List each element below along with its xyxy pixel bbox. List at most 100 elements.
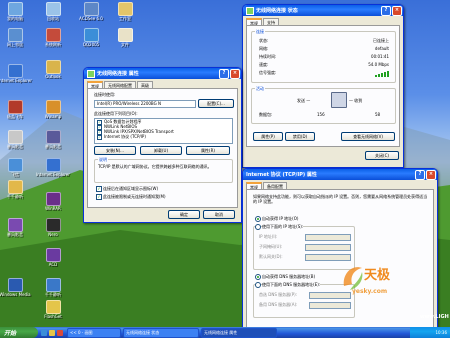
desktop-quick-icon[interactable]	[49, 329, 55, 336]
show-icon-label: 连接后在通知区域显示图标(W)	[103, 186, 159, 191]
app-icon	[45, 28, 61, 42]
auto-ip-radio[interactable]	[255, 216, 261, 222]
app-icon	[45, 60, 61, 74]
app-icon	[45, 130, 61, 144]
desktop-icon[interactable]: 系统刷新	[40, 28, 66, 52]
disable-button[interactable]: 禁用(D)	[285, 132, 315, 141]
item-checkbox[interactable]: ✓	[97, 135, 102, 140]
desktop-icon-label: 极品飞车	[7, 114, 23, 119]
properties-window[interactable]: 无线网络连接 属性 ? × 常规 无线网络配置 高级 连接时使用: Intel(…	[83, 67, 242, 223]
desktop-icon-label: 系统刷新	[45, 42, 61, 47]
ok-button[interactable]: 确定	[168, 210, 200, 219]
network-icon	[87, 69, 95, 78]
manual-dns-radio[interactable]	[255, 282, 261, 288]
desktop-icon[interactable]: Nero	[40, 218, 66, 242]
preferred-dns-label: 首选 DNS 服务器(P):	[259, 292, 298, 297]
desktop-icon[interactable]: 千千静听	[40, 278, 66, 302]
status-row-value: 已连接上	[373, 38, 389, 43]
desktop-icon[interactable]: Windows Media	[0, 278, 31, 302]
status-window[interactable]: 无线网络连接 状态 ? × 常规 支持 连接 状态: 已连接上 网络: default…	[242, 4, 404, 168]
desktop-icon[interactable]: 飞信	[2, 158, 28, 182]
app-icon	[45, 300, 61, 314]
status-row-value: 54.0 Mbps	[368, 62, 389, 67]
desktop-icon[interactable]: 工作室	[112, 2, 138, 26]
desktop-icon[interactable]: WinRAR	[40, 192, 66, 216]
desktop-icon[interactable]: QQ2005	[78, 28, 104, 52]
properties-button[interactable]: 属性(P)	[253, 132, 283, 141]
status-row-label: 速度:	[259, 62, 269, 67]
tcpip-window-titlebar[interactable]: Internet 协议 (TCP/IP) 属性 ? ×	[243, 169, 437, 180]
tcpip-window[interactable]: Internet 协议 (TCP/IP) 属性 ? × 常规 备用配置 如果网络…	[242, 168, 438, 332]
desktop-icon[interactable]: 文件	[112, 28, 138, 52]
app-icon	[7, 130, 23, 144]
desktop-icon-label: 回收站	[47, 16, 59, 21]
desktop-icon[interactable]: Internet Explorer	[0, 64, 32, 88]
help-button[interactable]: ?	[219, 68, 229, 79]
sent-packets-value: 156	[317, 112, 325, 117]
app-icon	[7, 218, 23, 232]
help-button[interactable]: ?	[381, 5, 391, 16]
show-icon-checkbox[interactable]: ✓	[96, 186, 102, 192]
close-button[interactable]: ×	[426, 169, 436, 180]
close-button[interactable]: ×	[230, 68, 240, 79]
help-button[interactable]: ?	[415, 169, 425, 180]
desktop-icon[interactable]: 暴风影音	[2, 130, 28, 154]
status-close-button[interactable]: 关闭(C)	[365, 151, 399, 160]
media-quick-icon[interactable]	[57, 329, 63, 336]
desktop-icon[interactable]: 回收站	[40, 2, 66, 26]
desktop-icon-label: WinRAR	[45, 206, 61, 211]
subnet-mask-field[interactable]	[305, 244, 351, 251]
desktop-icon[interactable]: Winamp	[40, 100, 66, 124]
install-button[interactable]: 安装(N)...	[94, 146, 136, 155]
app-icon	[7, 278, 23, 292]
desktop-icon[interactable]: 暴风影音	[2, 218, 28, 242]
manual-dns-label: 使用下面的 DNS 服务器地址(E):	[262, 282, 321, 288]
app-icon	[45, 278, 61, 292]
desktop-icon-label: Internet Explorer	[0, 78, 32, 83]
watermark-site: yesky.com	[352, 288, 388, 295]
taskbar-item-status[interactable]: 无线网络连接 状态	[123, 327, 199, 338]
notify-checkbox[interactable]: ✓	[96, 194, 102, 200]
status-window-titlebar[interactable]: 无线网络连接 状态 ? ×	[243, 5, 403, 16]
desktop-icon[interactable]: Outlook	[40, 60, 66, 84]
properties-window-titlebar[interactable]: 无线网络连接 属性 ? ×	[84, 68, 241, 79]
desktop-icon[interactable]: 暴风影音	[40, 130, 66, 154]
gateway-field[interactable]	[305, 254, 351, 261]
taskbar-item-properties[interactable]: 无线网络连接 属性	[201, 327, 277, 338]
received-packets-value: 58	[375, 112, 381, 117]
desktop: 我的电脑 回收站 ACDSee 6.0 工作室网上邻居 系统刷新 QQ2005 文件 Inte…	[0, 0, 450, 338]
desktop-icon[interactable]: 我的电脑	[2, 2, 28, 26]
close-button[interactable]: ×	[392, 5, 402, 16]
status-row-value: default	[374, 46, 389, 51]
configure-button[interactable]: 配置(C)...	[198, 99, 234, 108]
desktop-icon[interactable]: FlashGet	[40, 300, 66, 324]
taskbar-item-paint[interactable]: << 0 - 画图	[67, 327, 121, 338]
alternate-dns-field[interactable]	[309, 302, 351, 309]
desktop-icon[interactable]: Internet Explorer	[36, 158, 70, 182]
notify-label: 此连接被限制或无连接时通知我(M)	[103, 194, 166, 199]
list-item[interactable]: Internet 协议 (TCP/IP)	[104, 134, 146, 140]
view-wireless-button[interactable]: 查看无线网络(V)	[341, 132, 395, 141]
desktop-icon[interactable]: ACD	[40, 248, 66, 272]
start-button[interactable]: 开始	[0, 327, 38, 338]
manual-ip-radio[interactable]	[255, 224, 261, 230]
desktop-icon[interactable]: 网上邻居	[2, 28, 28, 52]
cancel-button[interactable]: 取消	[203, 210, 235, 219]
desktop-icon[interactable]: 千千静听	[2, 180, 28, 204]
desktop-icon-label: FlashGet	[44, 314, 62, 319]
start-label: 开始	[4, 330, 17, 337]
received-label: — 收到	[349, 98, 363, 103]
ie-quick-icon[interactable]	[41, 329, 47, 336]
status-row-label: 信号强度:	[259, 70, 277, 75]
desktop-icon[interactable]: ACDSee 6.0	[78, 2, 104, 26]
desktop-icon-label: 暴风影音	[7, 232, 23, 237]
desktop-icon[interactable]: 极品飞车	[2, 100, 28, 124]
desktop-icon-label: 我的电脑	[7, 16, 23, 21]
uninstall-button[interactable]: 卸载(U)	[140, 146, 182, 155]
item-properties-button[interactable]: 属性(R)	[186, 146, 230, 155]
signal-bars-icon	[375, 71, 389, 77]
ip-address-field[interactable]	[305, 234, 351, 241]
desktop-icon-label: ACD	[48, 262, 58, 267]
auto-dns-radio[interactable]	[255, 274, 261, 280]
subnet-mask-label: 子网掩码(U):	[259, 244, 283, 249]
